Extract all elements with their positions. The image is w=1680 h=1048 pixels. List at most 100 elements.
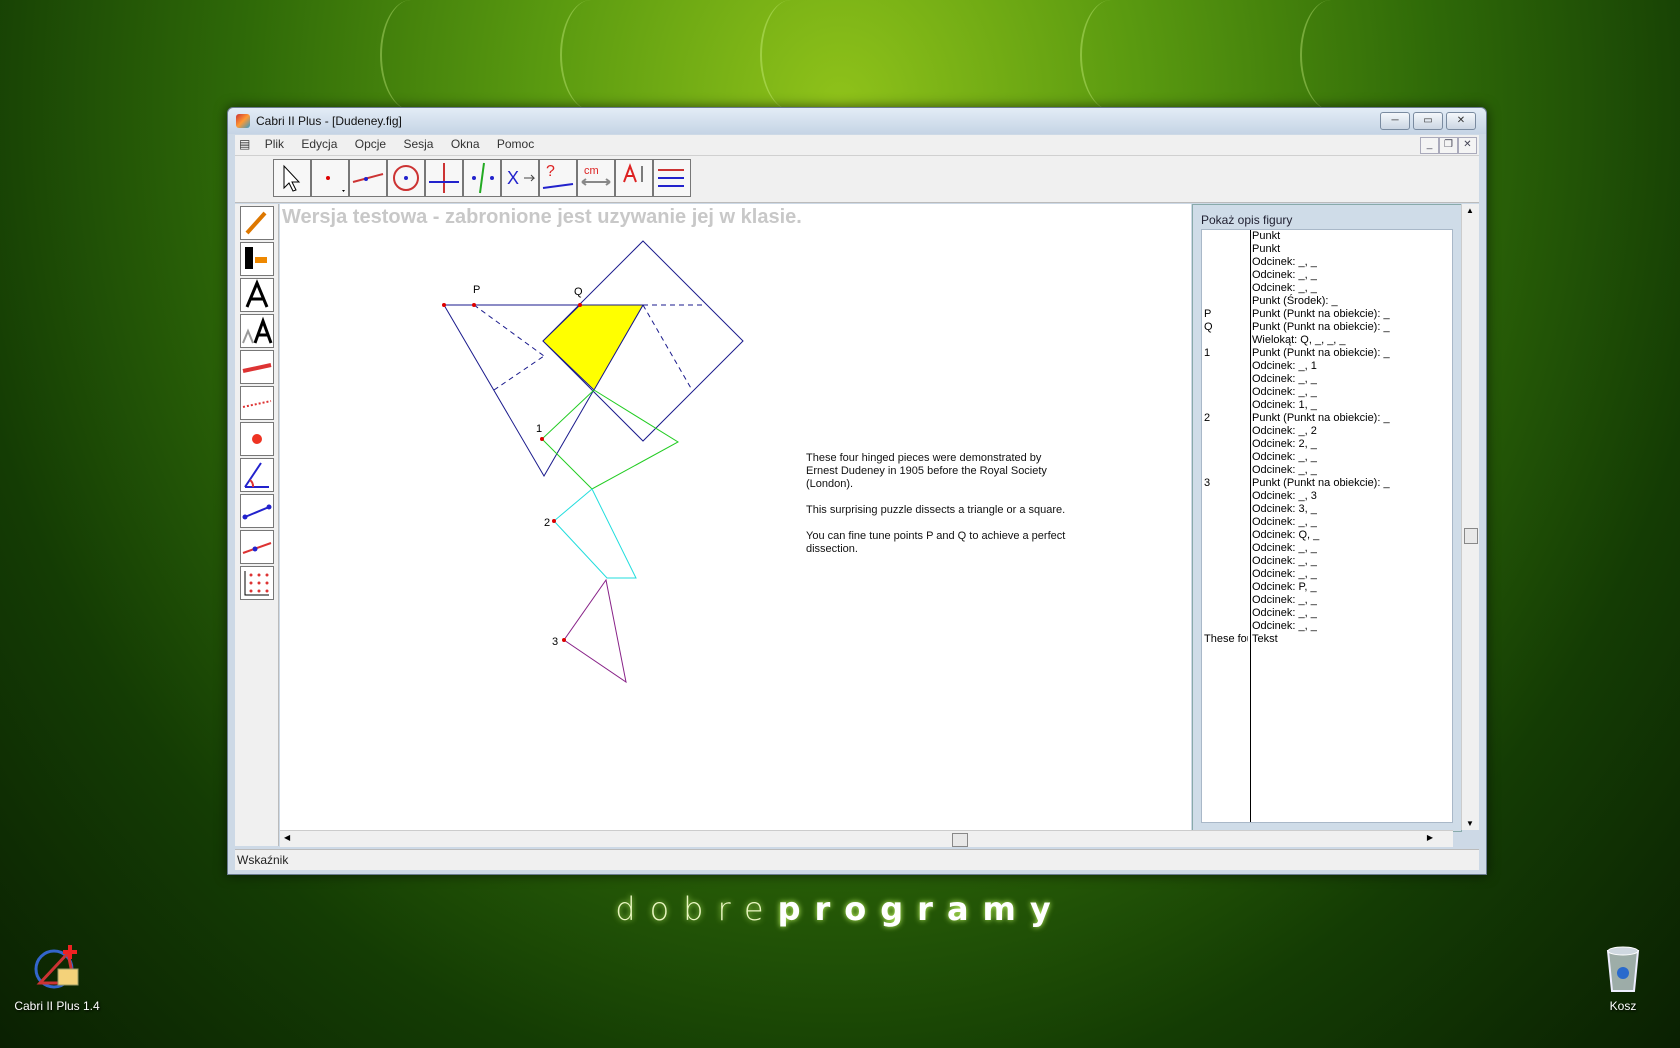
object-row[interactable]: Odcinek: _, _ — [1202, 620, 1452, 633]
horizontal-scroll-thumb[interactable] — [952, 833, 968, 847]
menu-sesja[interactable]: Sesja — [396, 135, 440, 153]
fill-tool-button[interactable] — [240, 242, 274, 276]
object-row[interactable]: Odcinek: _, 3 — [1202, 490, 1452, 503]
object-row[interactable]: 3 Punkt (Punkt na obiekcie): _ — [1202, 477, 1452, 490]
object-row[interactable]: Odcinek: 3, _ — [1202, 503, 1452, 516]
line-thickness-tool-button[interactable] — [240, 350, 274, 384]
point-tool-button[interactable] — [311, 159, 349, 197]
scroll-down-icon[interactable]: ▼ — [1466, 819, 1474, 828]
object-row[interactable]: Odcinek: _, _ — [1202, 256, 1452, 269]
circle-tool-button[interactable] — [387, 159, 425, 197]
point-1[interactable] — [540, 437, 544, 441]
measure-tool-button[interactable]: cm — [577, 159, 615, 197]
scroll-left-icon[interactable]: ◀ — [284, 833, 290, 842]
point-style-tool-button[interactable] — [240, 422, 274, 456]
transformation-tool-button[interactable] — [463, 159, 501, 197]
object-row[interactable]: Punkt (Środek): _ — [1202, 295, 1452, 308]
wallpaper-swirl — [380, 0, 442, 110]
document-icon[interactable]: ▤ — [235, 135, 254, 153]
object-row[interactable]: Odcinek: _, _ — [1202, 464, 1452, 477]
point-3[interactable] — [562, 638, 566, 642]
object-row[interactable]: Odcinek: _, _ — [1202, 516, 1452, 529]
pointer-tool-button[interactable] — [273, 159, 311, 197]
pointer-icon — [283, 164, 301, 192]
purple-piece[interactable] — [563, 578, 627, 684]
desktop-icon-cabri[interactable]: Cabri II Plus 1.4 — [2, 943, 112, 1013]
object-row[interactable]: Odcinek: _, _ — [1202, 594, 1452, 607]
object-row[interactable]: Odcinek: _, _ — [1202, 555, 1452, 568]
horizontal-scrollbar[interactable]: ◀ ▶ — [280, 830, 1453, 847]
object-row[interactable]: Odcinek: _, _ — [1202, 451, 1452, 464]
point-2[interactable] — [552, 519, 556, 523]
object-row[interactable]: Odcinek: _, _ — [1202, 282, 1452, 295]
property-tool-button[interactable]: ? — [539, 159, 577, 197]
object-row[interactable]: Odcinek: _, _ — [1202, 568, 1452, 581]
menu-pomoc[interactable]: Pomoc — [490, 135, 541, 153]
menu-okna[interactable]: Okna — [444, 135, 487, 153]
object-row[interactable]: Odcinek: _, _ — [1202, 373, 1452, 386]
object-row[interactable]: 1 Punkt (Punkt na obiekcie): _ — [1202, 347, 1452, 360]
angle-mark-tool-button[interactable] — [240, 458, 274, 492]
cyan-piece[interactable] — [553, 488, 637, 579]
ray-icon — [242, 542, 272, 554]
object-row[interactable]: 2 Punkt (Punkt na obiekcie): _ — [1202, 412, 1452, 425]
object-row[interactable]: Odcinek: 2, _ — [1202, 438, 1452, 451]
doc-minimize-button[interactable]: _ — [1420, 137, 1439, 154]
scroll-right-icon[interactable]: ▶ — [1427, 833, 1433, 842]
panel-title: Pokaż opis figury — [1201, 213, 1293, 227]
doc-close-button[interactable]: ✕ — [1458, 137, 1477, 154]
object-row[interactable]: Odcinek: _, 1 — [1202, 360, 1452, 373]
grid-icon — [244, 571, 269, 596]
object-row[interactable]: Odcinek: _, _ — [1202, 542, 1452, 555]
object-row[interactable]: Odcinek: Q, _ — [1202, 529, 1452, 542]
object-list[interactable]: Punkt Punkt Odcinek: _, _ Odcinek: _, _ Odci… — [1201, 229, 1453, 823]
point-p[interactable] — [472, 303, 476, 307]
object-row[interactable]: These fou Tekst — [1202, 633, 1452, 646]
maximize-button[interactable]: ▭ — [1413, 112, 1443, 130]
vertex-point[interactable] — [442, 303, 446, 307]
description-text[interactable]: These four hinged pieces were demonstrat… — [806, 452, 1076, 569]
ray-tool-button[interactable] — [240, 530, 274, 564]
drawing-canvas[interactable]: Wersja testowa - zabronione jest uzywani… — [280, 204, 1191, 830]
minimize-button[interactable]: ─ — [1380, 112, 1410, 130]
object-row[interactable]: Odcinek: _, _ — [1202, 386, 1452, 399]
line-tool-button[interactable] — [349, 159, 387, 197]
vertical-scroll-thumb[interactable] — [1464, 528, 1478, 544]
object-description: Odcinek: 3, _ — [1252, 503, 1317, 515]
scroll-up-icon[interactable]: ▲ — [1466, 206, 1474, 215]
vertical-scrollbar[interactable]: ▲ ▼ — [1461, 204, 1479, 830]
object-row[interactable]: Punkt — [1202, 243, 1452, 256]
text-size-tool-button[interactable] — [240, 314, 274, 348]
macro-tool-button[interactable]: X — [501, 159, 539, 197]
object-row[interactable]: Odcinek: P, _ — [1202, 581, 1452, 594]
grid-tool-button[interactable] — [240, 566, 274, 600]
close-button[interactable]: ✕ — [1446, 112, 1476, 130]
line-style-tool-button[interactable] — [240, 386, 274, 420]
text-style-tool-button[interactable] — [240, 278, 274, 312]
display-tool-button[interactable] — [653, 159, 691, 197]
construction-tool-button[interactable] — [425, 159, 463, 197]
object-row[interactable]: Wielokąt: Q, _, _, _ — [1202, 334, 1452, 347]
object-description: Odcinek: _, _ — [1252, 464, 1317, 476]
object-row[interactable]: Q Punkt (Punkt na obiekcie): _ — [1202, 321, 1452, 334]
object-row[interactable]: Punkt — [1202, 230, 1452, 243]
title-bar[interactable]: Cabri II Plus - [Dudeney.fig] ─ ▭ ✕ — [228, 108, 1486, 134]
object-row[interactable]: Odcinek: 1, _ — [1202, 399, 1452, 412]
object-row[interactable]: Odcinek: _, _ — [1202, 607, 1452, 620]
yellow-piece[interactable] — [542, 304, 644, 391]
menu-opcje[interactable]: Opcje — [348, 135, 393, 153]
object-description: Punkt (Punkt na obiekcie): _ — [1252, 347, 1390, 359]
text-tool-button[interactable] — [615, 159, 653, 197]
pencil-tool-button[interactable] — [240, 206, 274, 240]
menu-edycja[interactable]: Edycja — [294, 135, 344, 153]
object-row[interactable]: Odcinek: _, 2 — [1202, 425, 1452, 438]
object-row[interactable]: P Punkt (Punkt na obiekcie): _ — [1202, 308, 1452, 321]
menu-plik[interactable]: Plik — [258, 135, 291, 153]
object-row[interactable]: Odcinek: _, _ — [1202, 269, 1452, 282]
object-description: Punkt — [1252, 230, 1281, 242]
green-piece[interactable] — [541, 389, 679, 490]
doc-restore-button[interactable]: ❐ — [1439, 137, 1458, 154]
segment-mark-tool-button[interactable] — [240, 494, 274, 528]
point-q[interactable] — [578, 303, 582, 307]
desktop-icon-recycle-bin[interactable]: Kosz — [1568, 943, 1678, 1013]
